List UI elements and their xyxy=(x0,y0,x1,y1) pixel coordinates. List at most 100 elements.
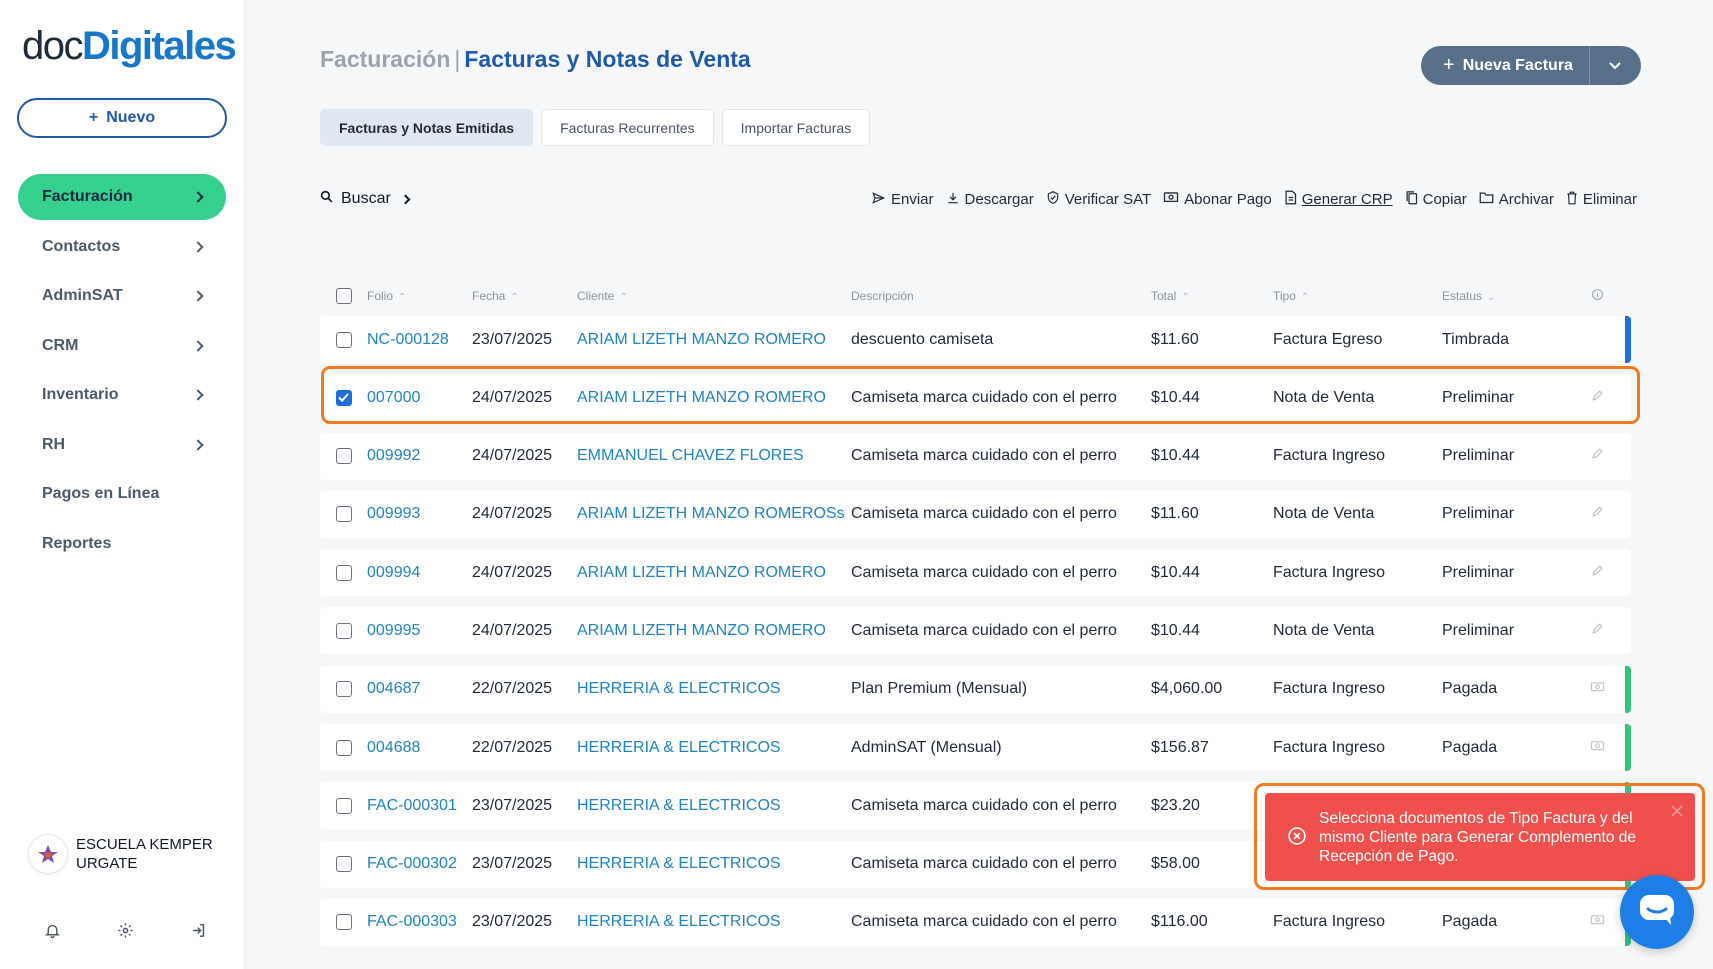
row-checkbox[interactable] xyxy=(335,681,352,698)
pencil-icon[interactable] xyxy=(1591,447,1604,465)
table-row[interactable]: FAC-000303 23/07/2025 HERRERIA & ELECTRICO… xyxy=(320,898,1631,946)
cliente-link[interactable]: EMMANUEL CHAVEZ FLORES xyxy=(577,447,804,464)
sidebar-item-rh[interactable]: RH xyxy=(18,422,226,468)
row-checkbox[interactable] xyxy=(335,564,352,581)
table-row[interactable]: NC-000128 23/07/2025 ARIAM LIZETH MANZO RO… xyxy=(320,316,1631,363)
money-icon[interactable] xyxy=(1590,739,1605,757)
eliminar-button[interactable]: Eliminar xyxy=(1566,190,1637,209)
column-estatus[interactable]: Estatus ⌄ xyxy=(1442,289,1582,303)
abonar-pago-button[interactable]: Abonar Pago xyxy=(1163,190,1272,209)
error-circle-icon xyxy=(1287,826,1307,851)
folio-link[interactable]: 009995 xyxy=(367,622,420,639)
sidebar-item-adminsat[interactable]: AdminSAT xyxy=(18,273,226,319)
money-icon[interactable] xyxy=(1590,680,1605,698)
estatus-cell: Preliminar xyxy=(1442,621,1515,639)
action-label: Descargar xyxy=(964,191,1034,208)
breadcrumb-section[interactable]: Facturación xyxy=(320,46,450,72)
folio-link[interactable]: 009993 xyxy=(367,505,420,522)
sidebar: docDigitales + Nuevo Facturación Contacto… xyxy=(0,0,245,969)
cliente-link[interactable]: ARIAM LIZETH MANZO ROMERO xyxy=(577,622,826,639)
folio-link[interactable]: FAC-000303 xyxy=(367,913,457,930)
cliente-link[interactable]: HERRERIA & ELECTRICOS xyxy=(577,797,781,814)
pencil-icon[interactable] xyxy=(1591,622,1604,640)
sidebar-item-facturaci-n[interactable]: Facturación xyxy=(18,174,226,220)
close-icon[interactable] xyxy=(1671,803,1683,822)
organization[interactable]: ESCUELA KEMPER URGATE xyxy=(28,834,226,874)
enviar-button[interactable]: Enviar xyxy=(871,190,934,209)
info-icon[interactable] xyxy=(1591,288,1604,304)
fecha-cell: 24/07/2025 xyxy=(472,388,553,406)
sidebar-item-label: CRM xyxy=(42,336,79,354)
cliente-link[interactable]: ARIAM LIZETH MANZO ROMERO xyxy=(577,564,826,581)
search-toggle[interactable]: Buscar xyxy=(320,190,411,208)
action-label: Verificar SAT xyxy=(1064,191,1152,208)
row-checkbox[interactable] xyxy=(335,739,352,756)
tab-importar-facturas[interactable]: Importar Facturas xyxy=(721,109,871,146)
sidebar-item-pagos-en-l-nea[interactable]: Pagos en Línea xyxy=(18,471,226,517)
copiar-button[interactable]: Copiar xyxy=(1405,190,1467,209)
folio-link[interactable]: 009992 xyxy=(367,447,420,464)
folio-link[interactable]: 009994 xyxy=(367,564,420,581)
verificar-sat-button[interactable]: Verificar SAT xyxy=(1046,190,1151,209)
archivar-button[interactable]: Archivar xyxy=(1479,190,1554,209)
pencil-icon[interactable] xyxy=(1591,389,1604,407)
sidebar-item-inventario[interactable]: Inventario xyxy=(18,372,226,418)
chat-button[interactable] xyxy=(1620,875,1694,949)
generar-crp-button[interactable]: Generar CRP xyxy=(1284,190,1393,209)
app-logo[interactable]: docDigitales xyxy=(22,26,237,66)
logout-icon[interactable] xyxy=(186,918,210,942)
folio-link[interactable]: 004687 xyxy=(367,680,420,697)
row-checkbox[interactable] xyxy=(335,448,352,465)
new-invoice-button[interactable]: + Nueva Factura xyxy=(1421,46,1589,85)
folio-link[interactable]: FAC-000302 xyxy=(367,855,457,872)
tab-facturas-recurrentes[interactable]: Facturas Recurrentes xyxy=(541,109,714,146)
table-row[interactable]: 004688 22/07/2025 HERRERIA & ELECTRICOS Adm… xyxy=(320,724,1631,772)
table-row[interactable]: 007000 24/07/2025 ARIAM LIZETH MANZO ROMER… xyxy=(320,374,1631,422)
table-row[interactable]: 009992 24/07/2025 EMMANUEL CHAVEZ FLORES Ca… xyxy=(320,432,1631,480)
select-all-checkbox[interactable] xyxy=(335,288,352,304)
money-icon[interactable] xyxy=(1590,913,1605,931)
folio-link[interactable]: FAC-000301 xyxy=(367,797,457,814)
sidebar-item-contactos[interactable]: Contactos xyxy=(18,224,226,270)
tab-facturas-y-notas-emitidas[interactable]: Facturas y Notas Emitidas xyxy=(320,109,534,146)
folio-link[interactable]: 004688 xyxy=(367,739,420,756)
row-checkbox[interactable] xyxy=(335,797,352,814)
table-row[interactable]: 004687 22/07/2025 HERRERIA & ELECTRICOS Pla… xyxy=(320,665,1631,713)
column-cliente[interactable]: Cliente ⌃ xyxy=(577,289,851,303)
folio-link[interactable]: 007000 xyxy=(367,389,420,406)
document-icon xyxy=(1284,190,1297,209)
column-folio[interactable]: Folio ⌃ xyxy=(367,289,472,303)
folio-link[interactable]: NC-000128 xyxy=(367,331,449,348)
row-checkbox[interactable] xyxy=(335,856,352,873)
bell-icon[interactable] xyxy=(40,918,64,942)
row-checkbox[interactable] xyxy=(335,389,352,406)
cliente-link[interactable]: HERRERIA & ELECTRICOS xyxy=(577,680,781,697)
table-row[interactable]: 009995 24/07/2025 ARIAM LIZETH MANZO ROMER… xyxy=(320,607,1631,655)
column-total[interactable]: Total ⌃ xyxy=(1151,289,1273,303)
cliente-link[interactable]: HERRERIA & ELECTRICOS xyxy=(577,739,781,756)
page-title: Facturación | Facturas y Notas de Venta xyxy=(320,46,751,73)
pencil-icon[interactable] xyxy=(1591,505,1604,523)
cliente-link[interactable]: ARIAM LIZETH MANZO ROMEROSs xyxy=(577,505,845,522)
new-button[interactable]: + Nuevo xyxy=(17,98,227,138)
cliente-link[interactable]: HERRERIA & ELECTRICOS xyxy=(577,855,781,872)
descargar-button[interactable]: Descargar xyxy=(946,190,1034,209)
table-row[interactable]: 009994 24/07/2025 ARIAM LIZETH MANZO ROMER… xyxy=(320,549,1631,597)
cliente-link[interactable]: ARIAM LIZETH MANZO ROMERO xyxy=(577,389,826,406)
row-checkbox[interactable] xyxy=(335,622,352,639)
gear-icon[interactable] xyxy=(113,918,137,942)
cliente-link[interactable]: HERRERIA & ELECTRICOS xyxy=(577,913,781,930)
column-fecha[interactable]: Fecha ⌃ xyxy=(472,289,577,303)
sidebar-item-crm[interactable]: CRM xyxy=(18,323,226,369)
sidebar-item-reportes[interactable]: Reportes xyxy=(18,521,226,567)
row-checkbox[interactable] xyxy=(335,506,352,523)
row-checkbox[interactable] xyxy=(335,914,352,931)
sidebar-item-label: Inventario xyxy=(42,386,119,403)
column-tipo[interactable]: Tipo ⌃ xyxy=(1273,289,1442,303)
total-cell: $11.60 xyxy=(1151,505,1199,523)
table-row[interactable]: 009993 24/07/2025 ARIAM LIZETH MANZO ROMER… xyxy=(320,490,1631,538)
new-invoice-dropdown[interactable] xyxy=(1588,46,1641,85)
row-checkbox[interactable] xyxy=(335,331,352,348)
cliente-link[interactable]: ARIAM LIZETH MANZO ROMERO xyxy=(577,331,826,348)
pencil-icon[interactable] xyxy=(1591,564,1604,582)
